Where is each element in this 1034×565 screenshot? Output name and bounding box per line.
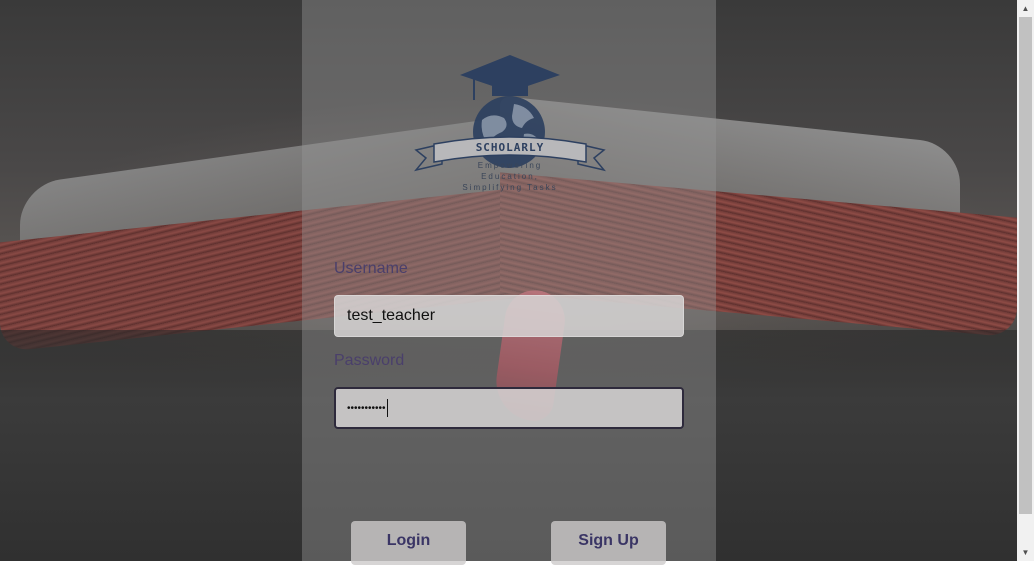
sign-up-button[interactable]: Sign Up <box>551 521 666 565</box>
tagline-line-1: Empowering <box>477 161 543 170</box>
username-value: test_teacher <box>347 307 436 324</box>
password-input[interactable]: ••••••••••• <box>334 387 684 429</box>
vertical-scrollbar[interactable]: ▲ ▼ <box>1017 0 1034 561</box>
tagline-line-2: Education, <box>481 172 539 181</box>
password-masked-value: ••••••••••• <box>347 402 386 414</box>
scroll-up-icon[interactable]: ▲ <box>1017 0 1034 17</box>
text-caret <box>386 399 388 417</box>
logo-name: SCHOLARLY <box>475 141 545 154</box>
tagline-line-3: Simplifying Tasks <box>462 183 558 192</box>
scroll-thumb[interactable] <box>1019 17 1032 514</box>
username-input[interactable]: test_teacher <box>334 295 684 337</box>
scholarly-logo: SCHOLARLY Empowering Education, Simplify… <box>412 52 608 197</box>
username-label: Username <box>334 260 408 277</box>
password-label: Password <box>334 352 405 369</box>
login-button[interactable]: Login <box>351 521 466 565</box>
scroll-down-icon[interactable]: ▼ <box>1017 544 1034 561</box>
logo-tagline: Empowering Education, Simplifying Tasks <box>412 160 608 193</box>
